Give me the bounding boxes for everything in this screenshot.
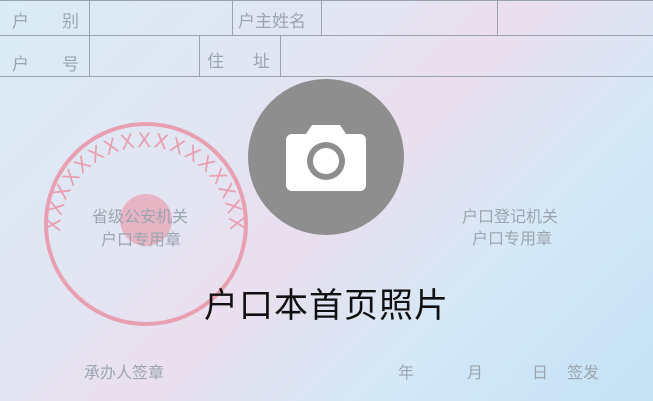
public-security-seal-line1: 省级公安机关 [92, 207, 189, 226]
month-label: 月 [467, 363, 484, 382]
registration-seal-line1: 户口登记机关 [462, 207, 559, 226]
public-security-seal-line2: 户口专用章 [101, 230, 182, 249]
camera-icon [286, 125, 366, 191]
signer-label: 承办人签章 [84, 363, 165, 382]
year-label: 年 [398, 363, 415, 382]
household-register-card: · · · · · · · · · · · · · · · · · · · · … [0, 0, 653, 401]
day-label: 日 [532, 363, 549, 382]
upload-photo-button[interactable] [248, 79, 404, 235]
upload-caption: 户口本首页照片 [204, 286, 449, 326]
issue-label: 签发 [567, 363, 600, 382]
registration-seal-line2: 户口专用章 [472, 229, 553, 248]
